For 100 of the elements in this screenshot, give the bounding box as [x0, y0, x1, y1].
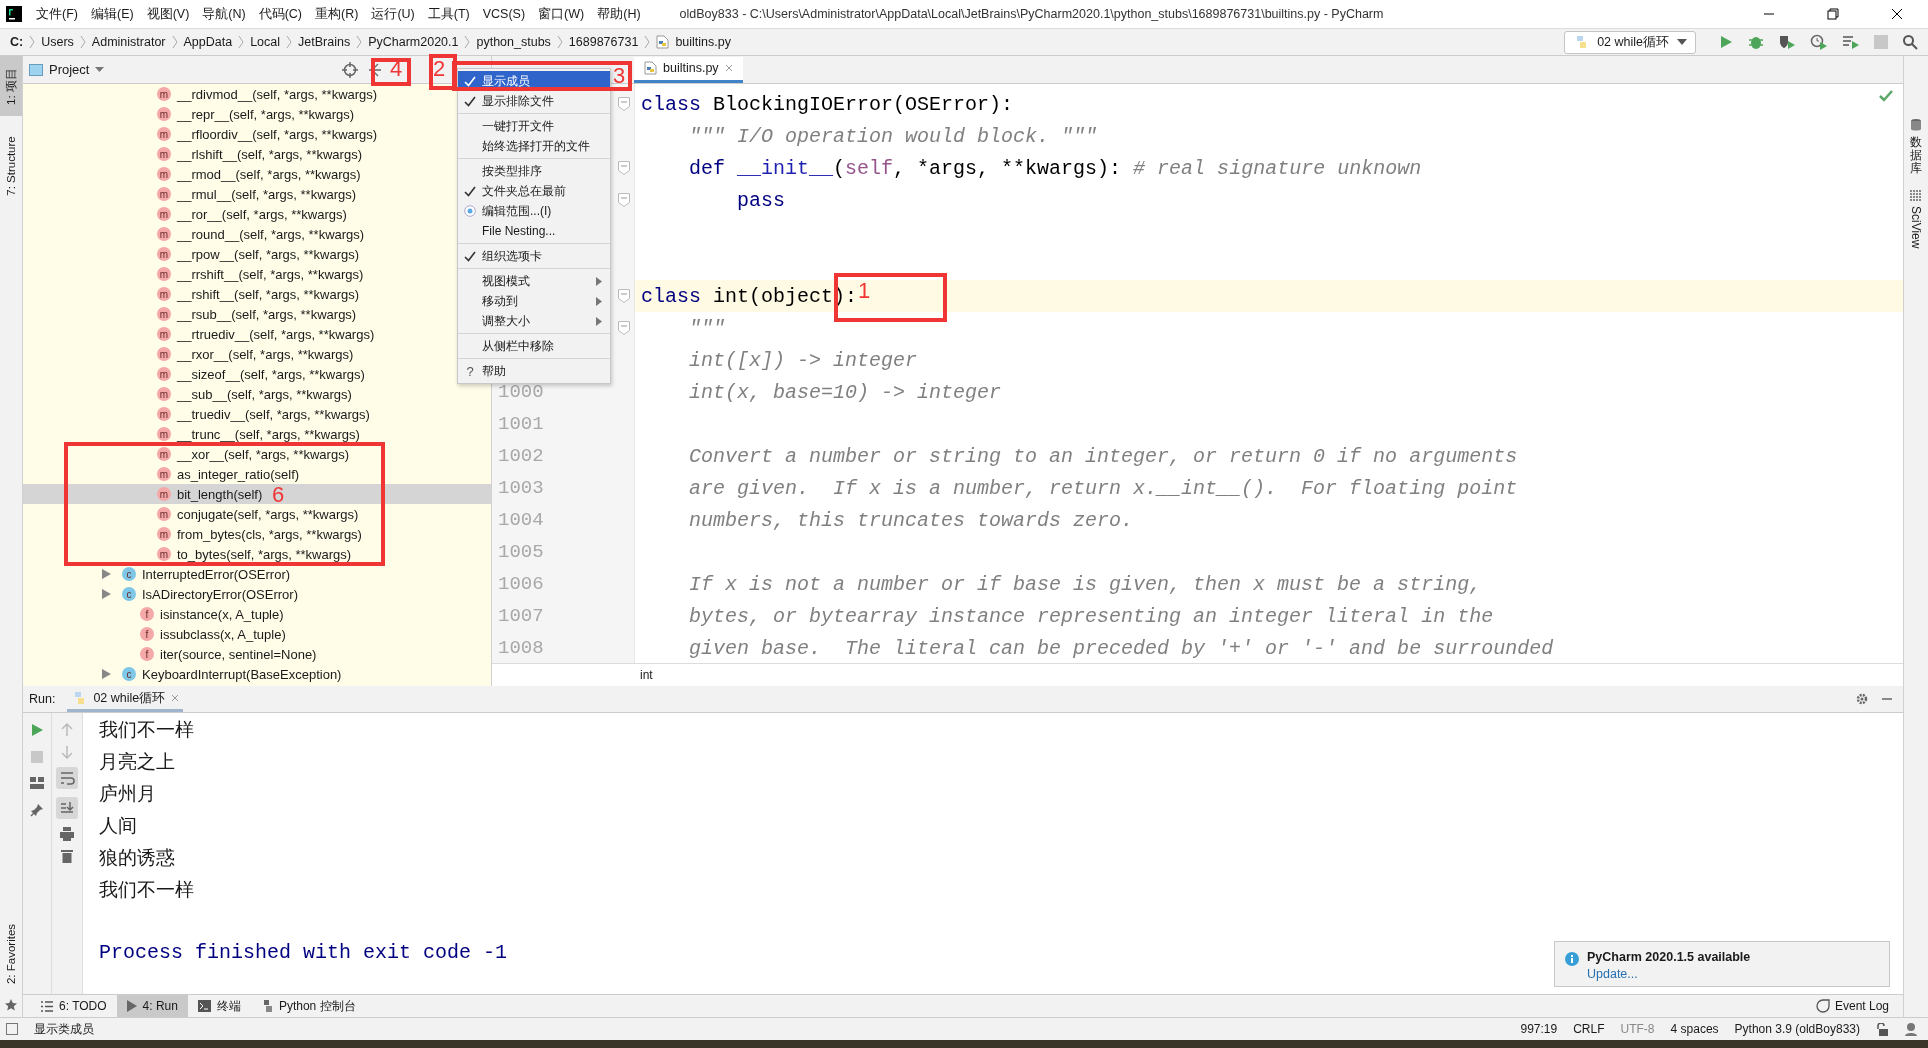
caret-position[interactable]: 997:19 — [1520, 1022, 1558, 1036]
expand-arrow-icon[interactable] — [102, 669, 111, 679]
fold-marker-icon[interactable] — [618, 193, 630, 207]
menu-item[interactable]: 重构(R) — [311, 5, 368, 23]
search-icon[interactable] — [1902, 34, 1918, 50]
tree-item[interactable]: m __rxor__(self, *args, **kwargs) — [157, 346, 354, 362]
project-view-dropdown[interactable]: Project — [29, 62, 105, 77]
menu-item[interactable]: 代码(C) — [254, 5, 312, 23]
menu-option[interactable]: 从侧栏中移除 — [458, 336, 610, 356]
tree-item[interactable]: m as_integer_ratio(self) — [157, 466, 300, 482]
menu-option[interactable]: 组织选项卡 — [458, 246, 610, 266]
tree-item[interactable]: c KeyboardInterrupt(BaseException) — [122, 666, 342, 682]
menu-item[interactable]: 运行(U) — [367, 5, 424, 23]
tree-item[interactable]: m __rtruediv__(self, *args, **kwargs) — [157, 326, 375, 342]
run-icon[interactable] — [1718, 34, 1734, 50]
menu-option[interactable]: 移动到 — [458, 291, 610, 311]
tool-window-button[interactable]: 4: Run — [116, 995, 188, 1017]
tree-item[interactable]: m __rdivmod__(self, *args, **kwargs) — [157, 86, 378, 102]
breadcrumb-item[interactable]: PyCharm2020.1 — [368, 35, 459, 49]
run-configuration-dropdown[interactable]: 02 while循环 — [1564, 30, 1696, 54]
menu-item[interactable]: 编辑(E) — [86, 5, 143, 23]
tree-item[interactable]: f isinstance(x, A_tuple) — [140, 606, 284, 622]
tree-item[interactable]: c InterruptedError(OSError) — [122, 566, 291, 582]
menu-item[interactable]: 文件(F) — [32, 5, 87, 23]
menu-option[interactable]: ? 帮助 — [458, 361, 610, 381]
line-separator[interactable]: CRLF — [1573, 1022, 1605, 1036]
printer-icon[interactable] — [60, 827, 74, 841]
python-interpreter[interactable]: Python 3.9 (oldBoy833) — [1734, 1022, 1860, 1036]
tree-item[interactable]: m from_bytes(cls, *args, **kwargs) — [157, 526, 362, 542]
soft-wrap-icon[interactable] — [56, 767, 78, 789]
tool-window-tab[interactable]: 7: Structure — [0, 116, 22, 216]
breadcrumb-item[interactable]: Administrator — [91, 35, 166, 49]
menu-item[interactable]: VCS(S) — [478, 7, 535, 21]
menu-option[interactable]: 显示排除文件 — [458, 91, 610, 111]
menu-item[interactable]: 导航(N) — [198, 5, 255, 23]
collapse-all-icon[interactable] — [368, 61, 383, 78]
menu-option[interactable]: 始终选择打开的文件 — [458, 136, 610, 156]
update-link[interactable]: Update... — [1587, 967, 1751, 981]
tree-item[interactable]: f iter(source, sentinel=None) — [140, 646, 317, 662]
tree-item[interactable]: m __rmod__(self, *args, **kwargs) — [157, 166, 361, 182]
breadcrumb-item[interactable]: Local — [250, 35, 281, 49]
settings-icon[interactable] — [1855, 692, 1869, 706]
pin-icon[interactable] — [30, 803, 44, 817]
tree-item[interactable]: m __ror__(self, *args, **kwargs) — [157, 206, 347, 222]
tool-window-tab[interactable]: SciView — [1909, 189, 1923, 249]
scroll-to-end-icon[interactable] — [56, 797, 78, 819]
menu-option[interactable]: 文件夹总在最前 — [458, 181, 610, 201]
breadcrumb-item[interactable]: builtins.py — [675, 35, 731, 49]
tree-item[interactable]: m __trunc__(self, *args, **kwargs) — [157, 426, 360, 442]
tree-item[interactable]: m bit_length(self) — [157, 486, 263, 502]
indent-setting[interactable]: 4 spaces — [1670, 1022, 1719, 1036]
tree-item[interactable]: m __rsub__(self, *args, **kwargs) — [157, 306, 357, 322]
tool-window-button[interactable]: 6: TODO — [31, 995, 117, 1017]
run-tab[interactable]: 02 while循环 — [67, 686, 184, 712]
fold-marker-icon[interactable] — [618, 161, 630, 175]
breadcrumb-item[interactable]: JetBrains — [298, 35, 351, 49]
tree-item[interactable]: m __xor__(self, *args, **kwargs) — [157, 446, 349, 462]
tree-item[interactable]: m __truediv__(self, *args, **kwargs) — [157, 406, 370, 422]
fold-marker-icon[interactable] — [618, 321, 630, 335]
bug-icon[interactable] — [1748, 34, 1764, 50]
menu-option[interactable]: 视图模式 — [458, 271, 610, 291]
trash-icon[interactable] — [61, 849, 73, 863]
fold-marker-icon[interactable] — [618, 289, 630, 303]
tree-item[interactable]: m __rshift__(self, *args, **kwargs) — [157, 286, 360, 302]
tree-item[interactable]: m __rpow__(self, *args, **kwargs) — [157, 246, 360, 262]
menu-item[interactable]: 窗口(W) — [534, 5, 594, 23]
shield-run-icon[interactable] — [1778, 34, 1796, 50]
tree-item[interactable]: m __rlshift__(self, *args, **kwargs) — [157, 146, 362, 162]
tree-item[interactable]: m __rrshift__(self, *args, **kwargs) — [157, 266, 364, 282]
clock-run-icon[interactable] — [1810, 34, 1828, 50]
breadcrumb-item[interactable]: AppData — [183, 35, 233, 49]
restore-icon[interactable] — [1826, 7, 1840, 21]
tree-item[interactable]: m __round__(self, *args, **kwargs) — [157, 226, 365, 242]
tool-window-tab[interactable]: 2: Favorites — [0, 909, 22, 999]
tree-item[interactable]: m conjugate(self, *args, **kwargs) — [157, 506, 359, 522]
list-run-icon[interactable] — [1842, 34, 1860, 50]
tree-item[interactable]: m to_bytes(self, *args, **kwargs) — [157, 546, 352, 562]
tool-window-button[interactable]: 终端 — [187, 995, 251, 1017]
tree-item[interactable]: m __sizeof__(self, *args, **kwargs) — [157, 366, 365, 382]
fold-marker-icon[interactable] — [618, 97, 630, 111]
panel-toggle-icon[interactable] — [6, 1023, 18, 1035]
breadcrumb-item[interactable]: Users — [41, 35, 74, 49]
menu-option[interactable]: File Nesting... — [458, 221, 610, 241]
menu-item[interactable]: 视图(V) — [142, 5, 199, 23]
tool-window-tab[interactable]: 1: 项目 — [0, 56, 22, 116]
menu-item[interactable]: 帮助(H) — [593, 5, 650, 23]
padlock-icon[interactable] — [1876, 1022, 1888, 1036]
tool-window-button[interactable]: Python 控制台 — [250, 995, 366, 1017]
tool-window-tab[interactable]: 数据库 — [1910, 118, 1922, 176]
layout-icon[interactable] — [30, 777, 44, 789]
tree-item[interactable]: m __repr__(self, *args, **kwargs) — [157, 106, 355, 122]
menu-option[interactable]: 按类型排序 — [458, 161, 610, 181]
tree-item[interactable]: m __rmul__(self, *args, **kwargs) — [157, 186, 357, 202]
close-icon[interactable] — [1890, 7, 1904, 21]
menu-item[interactable]: 工具(T) — [423, 5, 479, 23]
tree-item[interactable]: f issubclass(x, A_tuple) — [140, 626, 286, 642]
breadcrumb-item[interactable]: python_stubs — [476, 35, 551, 49]
run-icon[interactable] — [30, 723, 44, 737]
menu-option[interactable]: 编辑范围...(I) — [458, 201, 610, 221]
crosshair-icon[interactable] — [342, 61, 359, 78]
